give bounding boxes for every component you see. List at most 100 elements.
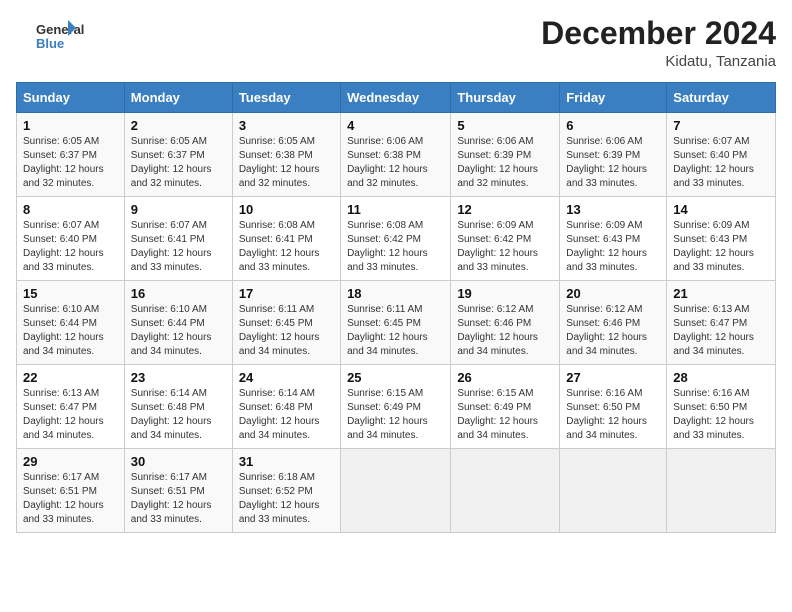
calendar-day-cell	[341, 449, 451, 533]
calendar-week-row: 29Sunrise: 6:17 AMSunset: 6:51 PMDayligh…	[17, 449, 776, 533]
day-number: 13	[566, 202, 660, 217]
header-day-thursday: Thursday	[451, 83, 560, 113]
day-number: 20	[566, 286, 660, 301]
calendar-day-cell: 28 Sunrise: 6:16 AMSunset: 6:50 PMDayligh…	[667, 365, 776, 449]
calendar-day-cell: 9 Sunrise: 6:07 AMSunset: 6:41 PMDaylight…	[124, 197, 232, 281]
day-number: 22	[23, 370, 118, 385]
day-number: 21	[673, 286, 769, 301]
day-info: Sunrise: 6:08 AMSunset: 6:42 PMDaylight:…	[347, 219, 444, 275]
calendar-week-row: 8 Sunrise: 6:07 AMSunset: 6:40 PMDaylight…	[17, 197, 776, 281]
header-day-friday: Friday	[560, 83, 667, 113]
calendar-day-cell: 1 Sunrise: 6:05 AMSunset: 6:37 PMDaylight…	[17, 113, 125, 197]
day-info: Sunrise: 6:10 AMSunset: 6:44 PMDaylight:…	[131, 303, 226, 359]
header-day-tuesday: Tuesday	[232, 83, 340, 113]
day-info: Sunrise: 6:07 AMSunset: 6:40 PMDaylight:…	[23, 219, 118, 275]
calendar-day-cell: 11 Sunrise: 6:08 AMSunset: 6:42 PMDayligh…	[341, 197, 451, 281]
calendar-day-cell: 29Sunrise: 6:17 AMSunset: 6:51 PMDayligh…	[17, 449, 125, 533]
day-info: Sunrise: 6:08 AMSunset: 6:41 PMDaylight:…	[239, 219, 334, 275]
day-info: Sunrise: 6:13 AMSunset: 6:47 PMDaylight:…	[23, 387, 118, 443]
day-info: Sunrise: 6:16 AMSunset: 6:50 PMDaylight:…	[566, 387, 660, 443]
page-header: General Blue December 2024 Kidatu, Tanza…	[16, 16, 776, 70]
calendar-header-row: SundayMondayTuesdayWednesdayThursdayFrid…	[17, 83, 776, 113]
day-number: 31	[239, 454, 334, 469]
day-info: Sunrise: 6:06 AMSunset: 6:39 PMDaylight:…	[566, 135, 660, 191]
day-info: Sunrise: 6:15 AMSunset: 6:49 PMDaylight:…	[347, 387, 444, 443]
day-number: 27	[566, 370, 660, 385]
day-info: Sunrise: 6:06 AMSunset: 6:38 PMDaylight:…	[347, 135, 444, 191]
title-block: December 2024 Kidatu, Tanzania	[541, 16, 776, 70]
day-number: 25	[347, 370, 444, 385]
header-day-sunday: Sunday	[17, 83, 125, 113]
day-number: 28	[673, 370, 769, 385]
day-info: Sunrise: 6:09 AMSunset: 6:42 PMDaylight:…	[457, 219, 553, 275]
day-info: Sunrise: 6:06 AMSunset: 6:39 PMDaylight:…	[457, 135, 553, 191]
day-info: Sunrise: 6:12 AMSunset: 6:46 PMDaylight:…	[457, 303, 553, 359]
day-info: Sunrise: 6:13 AMSunset: 6:47 PMDaylight:…	[673, 303, 769, 359]
day-info: Sunrise: 6:05 AMSunset: 6:38 PMDaylight:…	[239, 135, 334, 191]
day-number: 4	[347, 118, 444, 133]
svg-text:Blue: Blue	[36, 36, 64, 51]
day-info: Sunrise: 6:17 AMSunset: 6:51 PMDaylight:…	[131, 471, 226, 527]
day-info: Sunrise: 6:16 AMSunset: 6:50 PMDaylight:…	[673, 387, 769, 443]
calendar-day-cell: 5 Sunrise: 6:06 AMSunset: 6:39 PMDaylight…	[451, 113, 560, 197]
day-info: Sunrise: 6:11 AMSunset: 6:45 PMDaylight:…	[239, 303, 334, 359]
calendar-day-cell: 18Sunrise: 6:11 AMSunset: 6:45 PMDayligh…	[341, 281, 451, 365]
calendar-day-cell: 4 Sunrise: 6:06 AMSunset: 6:38 PMDaylight…	[341, 113, 451, 197]
header-day-wednesday: Wednesday	[341, 83, 451, 113]
day-info: Sunrise: 6:17 AMSunset: 6:51 PMDaylight:…	[23, 471, 118, 527]
day-number: 3	[239, 118, 334, 133]
day-info: Sunrise: 6:07 AMSunset: 6:41 PMDaylight:…	[131, 219, 226, 275]
calendar-week-row: 22 Sunrise: 6:13 AMSunset: 6:47 PMDayligh…	[17, 365, 776, 449]
day-info: Sunrise: 6:11 AMSunset: 6:45 PMDaylight:…	[347, 303, 444, 359]
day-info: Sunrise: 6:15 AMSunset: 6:49 PMDaylight:…	[457, 387, 553, 443]
calendar-day-cell: 30 Sunrise: 6:17 AMSunset: 6:51 PMDayligh…	[124, 449, 232, 533]
day-info: Sunrise: 6:05 AMSunset: 6:37 PMDaylight:…	[23, 135, 118, 191]
day-number: 16	[131, 286, 226, 301]
calendar-day-cell: 15Sunrise: 6:10 AMSunset: 6:44 PMDayligh…	[17, 281, 125, 365]
header-day-saturday: Saturday	[667, 83, 776, 113]
calendar-day-cell: 14Sunrise: 6:09 AMSunset: 6:43 PMDayligh…	[667, 197, 776, 281]
day-number: 19	[457, 286, 553, 301]
header-day-monday: Monday	[124, 83, 232, 113]
calendar-day-cell: 19 Sunrise: 6:12 AMSunset: 6:46 PMDayligh…	[451, 281, 560, 365]
day-number: 30	[131, 454, 226, 469]
day-number: 9	[131, 202, 226, 217]
month-title: December 2024	[541, 16, 776, 51]
day-info: Sunrise: 6:05 AMSunset: 6:37 PMDaylight:…	[131, 135, 226, 191]
calendar-day-cell: 2Sunrise: 6:05 AMSunset: 6:37 PMDaylight…	[124, 113, 232, 197]
calendar-week-row: 1 Sunrise: 6:05 AMSunset: 6:37 PMDaylight…	[17, 113, 776, 197]
calendar-day-cell: 21 Sunrise: 6:13 AMSunset: 6:47 PMDayligh…	[667, 281, 776, 365]
day-number: 10	[239, 202, 334, 217]
calendar-week-row: 15Sunrise: 6:10 AMSunset: 6:44 PMDayligh…	[17, 281, 776, 365]
day-info: Sunrise: 6:10 AMSunset: 6:44 PMDaylight:…	[23, 303, 118, 359]
logo-icon: General Blue	[16, 16, 96, 56]
calendar-day-cell: 22 Sunrise: 6:13 AMSunset: 6:47 PMDayligh…	[17, 365, 125, 449]
day-number: 11	[347, 202, 444, 217]
day-number: 12	[457, 202, 553, 217]
day-number: 1	[23, 118, 118, 133]
calendar-day-cell: 26 Sunrise: 6:15 AMSunset: 6:49 PMDayligh…	[451, 365, 560, 449]
calendar-day-cell: 3 Sunrise: 6:05 AMSunset: 6:38 PMDaylight…	[232, 113, 340, 197]
calendar-day-cell	[451, 449, 560, 533]
location: Kidatu, Tanzania	[541, 53, 776, 70]
calendar-day-cell: 31Sunrise: 6:18 AMSunset: 6:52 PMDayligh…	[232, 449, 340, 533]
day-info: Sunrise: 6:07 AMSunset: 6:40 PMDaylight:…	[673, 135, 769, 191]
day-info: Sunrise: 6:14 AMSunset: 6:48 PMDaylight:…	[131, 387, 226, 443]
day-number: 8	[23, 202, 118, 217]
day-info: Sunrise: 6:12 AMSunset: 6:46 PMDaylight:…	[566, 303, 660, 359]
calendar-day-cell: 10 Sunrise: 6:08 AMSunset: 6:41 PMDayligh…	[232, 197, 340, 281]
calendar-day-cell: 27 Sunrise: 6:16 AMSunset: 6:50 PMDayligh…	[560, 365, 667, 449]
day-number: 24	[239, 370, 334, 385]
calendar-day-cell: 25 Sunrise: 6:15 AMSunset: 6:49 PMDayligh…	[341, 365, 451, 449]
day-number: 7	[673, 118, 769, 133]
calendar-day-cell: 7 Sunrise: 6:07 AMSunset: 6:40 PMDaylight…	[667, 113, 776, 197]
calendar-day-cell: 16 Sunrise: 6:10 AMSunset: 6:44 PMDayligh…	[124, 281, 232, 365]
day-number: 5	[457, 118, 553, 133]
day-info: Sunrise: 6:09 AMSunset: 6:43 PMDaylight:…	[566, 219, 660, 275]
day-number: 17	[239, 286, 334, 301]
day-number: 14	[673, 202, 769, 217]
calendar-day-cell: 13 Sunrise: 6:09 AMSunset: 6:43 PMDayligh…	[560, 197, 667, 281]
day-number: 6	[566, 118, 660, 133]
day-number: 26	[457, 370, 553, 385]
svg-text:General: General	[36, 22, 84, 37]
